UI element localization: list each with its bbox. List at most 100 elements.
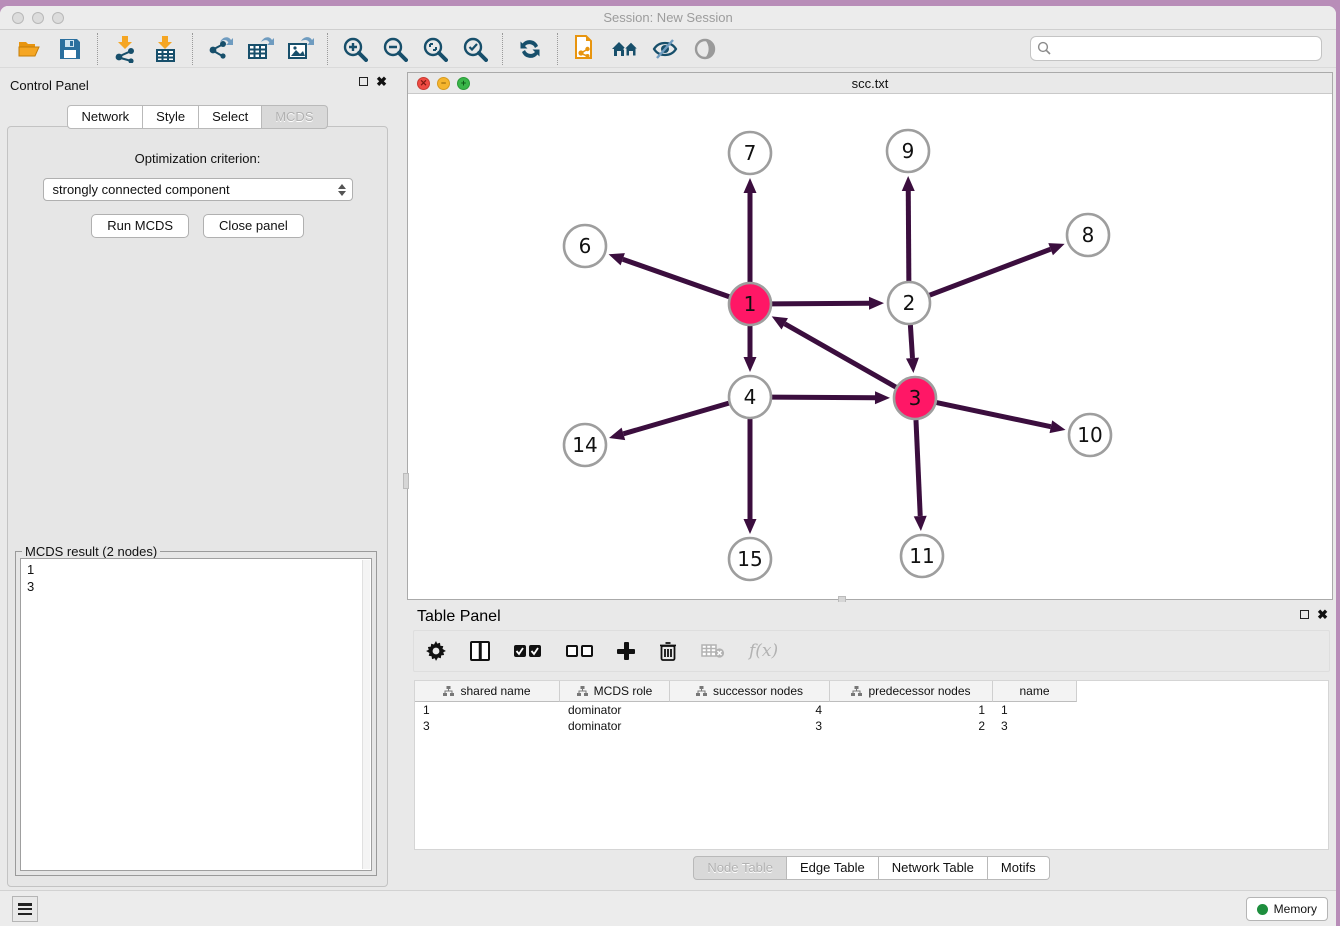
- float-table-panel-icon[interactable]: [1300, 610, 1309, 619]
- graph-node-4[interactable]: 4: [729, 376, 771, 418]
- show-columns-button[interactable]: [470, 641, 490, 661]
- graph-node-1[interactable]: 1: [729, 283, 771, 325]
- edge-1-2[interactable]: [772, 303, 869, 304]
- select-all-button[interactable]: [514, 645, 542, 658]
- memory-button[interactable]: Memory: [1246, 897, 1328, 921]
- graph-node-8[interactable]: 8: [1067, 214, 1109, 256]
- edge-3-11[interactable]: [916, 420, 920, 516]
- optimization-criterion-dropdown[interactable]: strongly connected component: [43, 178, 353, 201]
- save-session-button[interactable]: [50, 33, 90, 65]
- tab-network-table[interactable]: Network Table: [879, 856, 988, 880]
- edge-2-8[interactable]: [930, 249, 1051, 295]
- tab-style[interactable]: Style: [143, 105, 199, 129]
- graph-node-2[interactable]: 2: [888, 282, 930, 324]
- clone-network-button[interactable]: [565, 33, 605, 65]
- column-header-shared-name[interactable]: shared name: [415, 681, 560, 702]
- table-row[interactable]: 1dominator411: [415, 702, 1328, 718]
- table-cell[interactable]: 3: [415, 718, 560, 734]
- graph-node-6[interactable]: 6: [564, 225, 606, 267]
- close-panel-button[interactable]: Close panel: [203, 214, 304, 238]
- app-window: Session: New Session: [0, 6, 1336, 926]
- export-image-button[interactable]: [280, 33, 320, 65]
- add-row-button[interactable]: [617, 642, 635, 660]
- edge-arrowhead: [744, 357, 757, 372]
- edge-1-6[interactable]: [623, 259, 730, 296]
- table-cell[interactable]: 4: [670, 702, 830, 718]
- graph-node-3[interactable]: 3: [894, 377, 936, 419]
- tab-network[interactable]: Network: [67, 105, 143, 129]
- node-table[interactable]: shared nameMCDS rolesuccessor nodesprede…: [414, 680, 1329, 850]
- export-table-button[interactable]: [240, 33, 280, 65]
- table-cell[interactable]: 3: [670, 718, 830, 734]
- mcds-result-text[interactable]: 13: [20, 558, 372, 871]
- table-cell[interactable]: 3: [993, 718, 1077, 734]
- search-input[interactable]: [1056, 42, 1321, 56]
- search-box[interactable]: [1030, 36, 1322, 61]
- import-network-button[interactable]: [105, 33, 145, 65]
- delete-table-button[interactable]: [701, 643, 725, 659]
- table-cell[interactable]: 1: [993, 702, 1077, 718]
- tab-edge-table[interactable]: Edge Table: [787, 856, 879, 880]
- graph-node-11[interactable]: 11: [901, 535, 943, 577]
- graph-node-9[interactable]: 9: [887, 130, 929, 172]
- zoom-out-button[interactable]: [375, 33, 415, 65]
- delete-rows-button[interactable]: [659, 641, 677, 661]
- edge-4-3[interactable]: [772, 397, 875, 398]
- open-session-button[interactable]: [10, 33, 50, 65]
- table-cell[interactable]: 2: [830, 718, 993, 734]
- control-panel-title: Control Panel: [10, 78, 89, 93]
- float-panel-icon[interactable]: [359, 77, 368, 86]
- zoom-fit-icon: [422, 36, 448, 62]
- edge-2-3[interactable]: [910, 325, 912, 358]
- zoom-fit-button[interactable]: [415, 33, 455, 65]
- memory-status-dot: [1257, 904, 1268, 915]
- column-header-name[interactable]: name: [993, 681, 1077, 702]
- close-panel-icon[interactable]: ✖: [376, 77, 387, 86]
- deselect-all-button[interactable]: [566, 645, 593, 657]
- zoom-selected-button[interactable]: [455, 33, 495, 65]
- edge-4-14[interactable]: [623, 403, 728, 434]
- network-window-titlebar[interactable]: ✕ − + scc.txt: [408, 73, 1332, 94]
- tab-select[interactable]: Select: [199, 105, 262, 129]
- network-maximize-button[interactable]: +: [457, 77, 470, 90]
- task-history-button[interactable]: [12, 896, 38, 922]
- hide-panels-button[interactable]: [645, 33, 685, 65]
- import-table-button[interactable]: [145, 33, 185, 65]
- column-header-successor-nodes[interactable]: successor nodes: [670, 681, 830, 702]
- refresh-button[interactable]: [510, 33, 550, 65]
- main-toolbar: [0, 30, 1336, 68]
- table-row[interactable]: 3dominator323: [415, 718, 1328, 734]
- column-header-MCDS-role[interactable]: MCDS role: [560, 681, 670, 702]
- function-builder-button[interactable]: f(x): [749, 641, 778, 661]
- table-settings-button[interactable]: [426, 641, 446, 661]
- splitter-handle[interactable]: [403, 473, 409, 489]
- table-cell[interactable]: dominator: [560, 702, 670, 718]
- graph-node-14[interactable]: 14: [564, 424, 606, 466]
- node-label: 14: [572, 433, 597, 457]
- trash-icon: [659, 641, 677, 661]
- network-close-button[interactable]: ✕: [417, 77, 430, 90]
- edge-3-1[interactable]: [785, 324, 896, 387]
- zoom-in-button[interactable]: [335, 33, 375, 65]
- network-canvas[interactable]: 7 9 6 8 1 2 4 3 14 10 15 11: [408, 94, 1332, 599]
- edge-2-9[interactable]: [908, 191, 909, 281]
- network-minimize-button[interactable]: −: [437, 77, 450, 90]
- column-header-predecessor-nodes[interactable]: predecessor nodes: [830, 681, 993, 702]
- close-table-panel-icon[interactable]: ✖: [1317, 610, 1328, 619]
- tab-node-table[interactable]: Node Table: [693, 856, 787, 880]
- tab-motifs[interactable]: Motifs: [988, 856, 1050, 880]
- export-network-button[interactable]: [200, 33, 240, 65]
- graph-node-7[interactable]: 7: [729, 132, 771, 174]
- graph-node-10[interactable]: 10: [1069, 414, 1111, 456]
- graph-node-15[interactable]: 15: [729, 538, 771, 580]
- edge-3-10[interactable]: [937, 403, 1051, 427]
- table-cell[interactable]: 1: [415, 702, 560, 718]
- table-cell[interactable]: dominator: [560, 718, 670, 734]
- show-panels-button[interactable]: [685, 33, 725, 65]
- result-scrollbar[interactable]: [362, 560, 370, 869]
- run-mcds-button[interactable]: Run MCDS: [91, 214, 189, 238]
- import-table-icon: [152, 35, 178, 63]
- network-overview-button[interactable]: [605, 33, 645, 65]
- tab-mcds[interactable]: MCDS: [262, 105, 327, 129]
- table-cell[interactable]: 1: [830, 702, 993, 718]
